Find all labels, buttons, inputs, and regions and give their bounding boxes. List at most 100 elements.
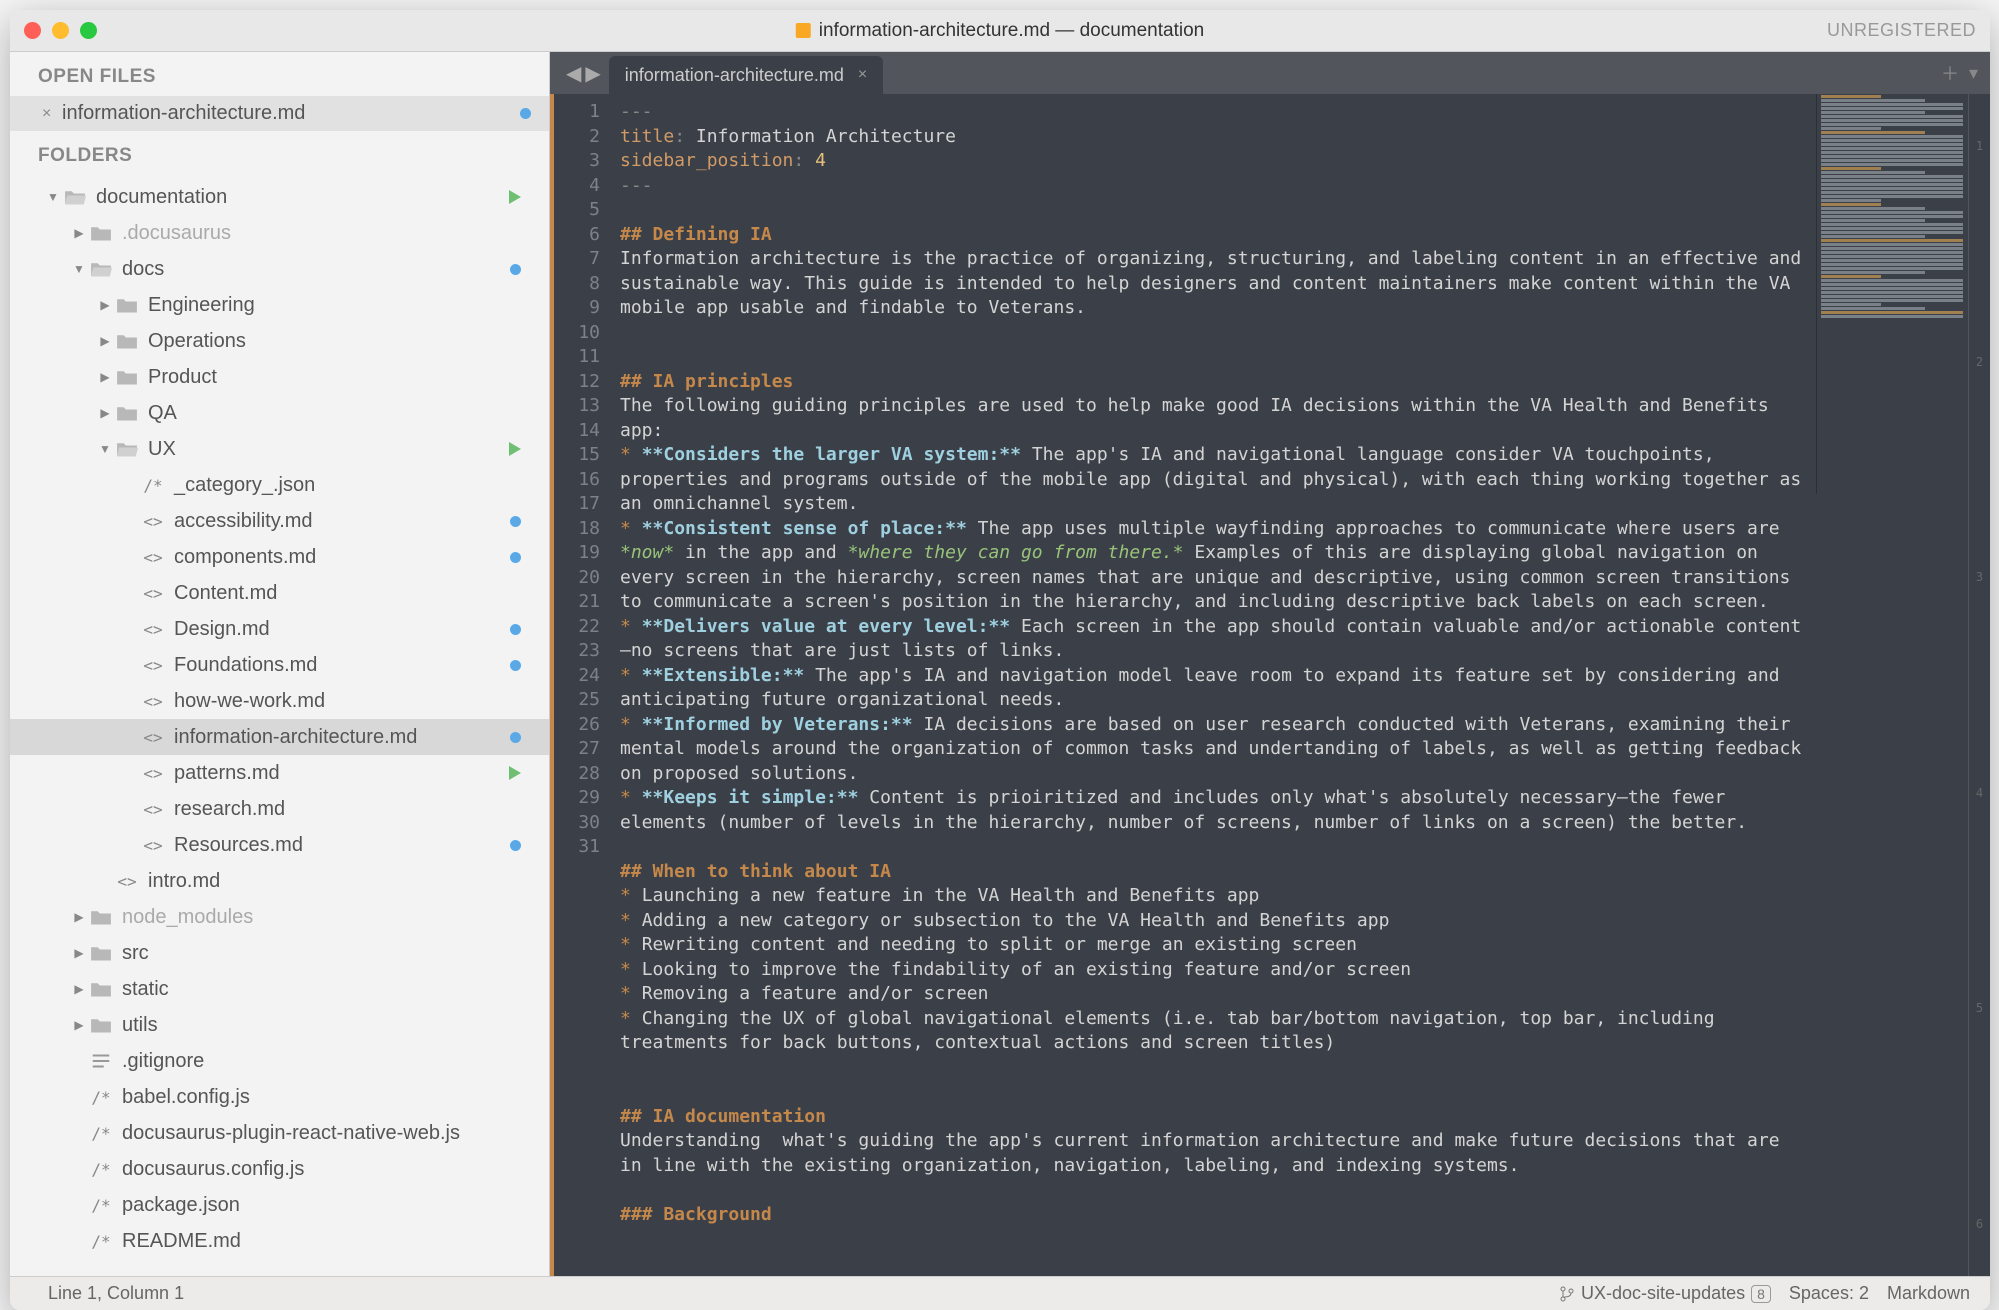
disclosure-icon[interactable]: ▶ xyxy=(72,946,86,960)
code-line[interactable]: * Changing the UX of global navigational… xyxy=(620,1007,1980,1056)
disclosure-icon[interactable]: ▶ xyxy=(98,334,112,348)
tree-file[interactable]: <>Resources.md xyxy=(10,827,549,863)
tree-file[interactable]: <>components.md xyxy=(10,539,549,575)
line-number[interactable]: 25 xyxy=(554,688,600,713)
disclosure-icon[interactable]: ▶ xyxy=(72,910,86,924)
tree-folder[interactable]: ▼UX xyxy=(10,431,549,467)
disclosure-icon[interactable]: ▶ xyxy=(98,298,112,312)
code-line[interactable]: The following guiding principles are use… xyxy=(620,394,1980,443)
tree-folder[interactable]: ▶static xyxy=(10,971,549,1007)
line-number[interactable]: 28 xyxy=(554,762,600,787)
tree-file[interactable]: .gitignore xyxy=(10,1043,549,1079)
code-line[interactable]: * Launching a new feature in the VA Heal… xyxy=(620,884,1980,909)
window-close-button[interactable] xyxy=(24,22,41,39)
tree-folder[interactable]: ▼documentation xyxy=(10,179,549,215)
disclosure-icon[interactable]: ▶ xyxy=(72,226,86,240)
code-line[interactable] xyxy=(620,345,1980,370)
tree-file[interactable]: /*package.json xyxy=(10,1187,549,1223)
code-line[interactable]: title: Information Architecture xyxy=(620,125,1980,150)
line-number[interactable]: 6 xyxy=(554,223,600,248)
disclosure-icon[interactable]: ▶ xyxy=(98,406,112,420)
line-number[interactable]: 3 xyxy=(554,149,600,174)
tree-file[interactable]: <>how-we-work.md xyxy=(10,683,549,719)
disclosure-icon[interactable]: ▼ xyxy=(98,442,112,456)
tree-file[interactable]: <>research.md xyxy=(10,791,549,827)
tree-file[interactable]: /*babel.config.js xyxy=(10,1079,549,1115)
code-line[interactable]: Information architecture is the practice… xyxy=(620,247,1980,321)
line-number[interactable]: 9 xyxy=(554,296,600,321)
window-maximize-button[interactable] xyxy=(80,22,97,39)
code-line[interactable] xyxy=(620,198,1980,223)
line-number[interactable]: 5 xyxy=(554,198,600,223)
code-line[interactable]: * **Delivers value at every level:** Eac… xyxy=(620,615,1980,664)
code-line[interactable]: * Rewriting content and needing to split… xyxy=(620,933,1980,958)
disclosure-icon[interactable]: ▼ xyxy=(72,262,86,276)
tab-menu-icon[interactable]: ▾ xyxy=(1969,63,1978,84)
line-number[interactable]: 17 xyxy=(554,492,600,517)
close-icon[interactable]: × xyxy=(42,105,56,123)
minimap[interactable] xyxy=(1816,94,1966,494)
line-number[interactable]: 13 xyxy=(554,394,600,419)
code-line[interactable]: ### Background xyxy=(620,1203,1980,1228)
tree-file[interactable]: <>accessibility.md xyxy=(10,503,549,539)
tab-close-icon[interactable]: × xyxy=(858,66,867,84)
disclosure-icon[interactable]: ▶ xyxy=(98,370,112,384)
tree-file[interactable]: <>Content.md xyxy=(10,575,549,611)
tree-folder[interactable]: ▶src xyxy=(10,935,549,971)
line-number[interactable]: 4 xyxy=(554,174,600,199)
code-line[interactable]: * **Keeps it simple:** Content is prioir… xyxy=(620,786,1980,835)
line-number[interactable]: 18 xyxy=(554,517,600,542)
code-view[interactable]: 1234567891011121314151617181920212223242… xyxy=(550,94,1990,1276)
line-number[interactable]: 29 xyxy=(554,786,600,811)
tree-file[interactable]: /*docusaurus.config.js xyxy=(10,1151,549,1187)
tree-file[interactable]: <>information-architecture.md xyxy=(10,719,549,755)
nav-back-icon[interactable]: ◀ xyxy=(566,61,581,86)
titlebar[interactable]: information-architecture.md — documentat… xyxy=(10,10,1990,52)
code-content[interactable]: ---title: Information Architecturesideba… xyxy=(610,94,1990,1276)
code-line[interactable]: ## IA principles xyxy=(620,370,1980,395)
cursor-position[interactable]: Line 1, Column 1 xyxy=(48,1283,184,1304)
tree-folder[interactable]: ▶Operations xyxy=(10,323,549,359)
tree-file[interactable]: <>Design.md xyxy=(10,611,549,647)
code-line[interactable]: * **Extensible:** The app's IA and navig… xyxy=(620,664,1980,713)
tree-file[interactable]: <>Foundations.md xyxy=(10,647,549,683)
code-line[interactable]: ## When to think about IA xyxy=(620,860,1980,885)
line-number[interactable]: 31 xyxy=(554,835,600,860)
line-number[interactable]: 22 xyxy=(554,615,600,640)
tree-file[interactable]: /*docusaurus-plugin-react-native-web.js xyxy=(10,1115,549,1151)
indent-setting[interactable]: Spaces: 2 xyxy=(1789,1283,1869,1304)
line-number[interactable]: 7 xyxy=(554,247,600,272)
line-number[interactable]: 16 xyxy=(554,468,600,493)
code-line[interactable]: Understanding what's guiding the app's c… xyxy=(620,1129,1980,1178)
line-number[interactable]: 11 xyxy=(554,345,600,370)
tree-folder[interactable]: ▶node_modules xyxy=(10,899,549,935)
disclosure-icon[interactable]: ▶ xyxy=(72,1018,86,1032)
code-line[interactable]: ## IA documentation xyxy=(620,1105,1980,1130)
tree-folder[interactable]: ▶Engineering xyxy=(10,287,549,323)
code-line[interactable]: ## Defining IA xyxy=(620,223,1980,248)
tree-file[interactable]: <>intro.md xyxy=(10,863,549,899)
line-number[interactable]: 23 xyxy=(554,639,600,664)
line-number[interactable]: 27 xyxy=(554,737,600,762)
code-line[interactable]: * **Informed by Veterans:** IA decisions… xyxy=(620,713,1980,787)
sidebar[interactable]: OPEN FILES × information-architecture.md… xyxy=(10,52,550,1276)
tab-active[interactable]: information-architecture.md × xyxy=(609,56,883,94)
code-line[interactable] xyxy=(620,321,1980,346)
code-line[interactable]: * **Considers the larger VA system:** Th… xyxy=(620,443,1980,517)
open-file-item[interactable]: × information-architecture.md xyxy=(10,96,549,131)
git-branch[interactable]: UX-doc-site-updates 8 xyxy=(1559,1283,1771,1304)
window-minimize-button[interactable] xyxy=(52,22,69,39)
line-number[interactable]: 15 xyxy=(554,443,600,468)
syntax-setting[interactable]: Markdown xyxy=(1887,1283,1970,1304)
tree-folder[interactable]: ▼docs xyxy=(10,251,549,287)
line-number[interactable]: 24 xyxy=(554,664,600,689)
disclosure-icon[interactable]: ▼ xyxy=(46,190,60,204)
line-number[interactable]: 20 xyxy=(554,566,600,591)
code-line[interactable] xyxy=(620,835,1980,860)
code-line[interactable]: * **Consistent sense of place:** The app… xyxy=(620,517,1980,615)
line-number[interactable]: 30 xyxy=(554,811,600,836)
new-tab-icon[interactable]: ＋ xyxy=(1941,60,1959,86)
tree-folder[interactable]: ▶utils xyxy=(10,1007,549,1043)
line-number[interactable]: 8 xyxy=(554,272,600,297)
line-number[interactable]: 14 xyxy=(554,419,600,444)
